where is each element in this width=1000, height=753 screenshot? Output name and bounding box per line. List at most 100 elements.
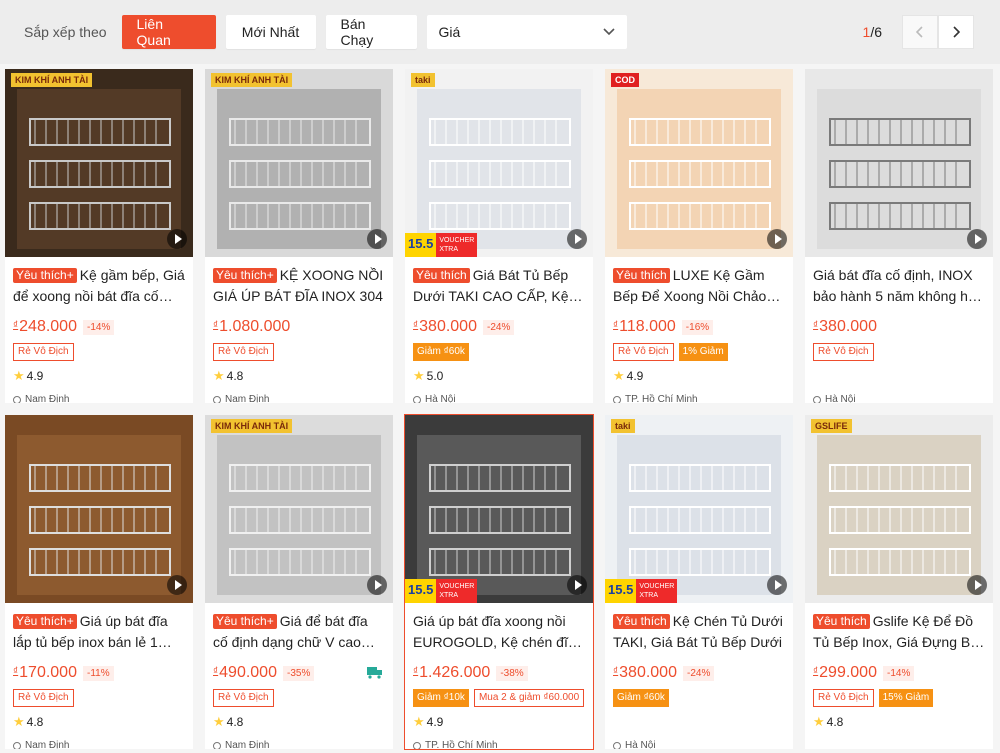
product-price: ₫248.000 xyxy=(13,318,77,335)
product-name[interactable]: Yêu thích Giá Bát Tủ Bếp Dưới TAKI CAO CẤ… xyxy=(413,265,585,307)
shop-location: TP. Hồ Chí Minh xyxy=(613,394,785,403)
voucher-extra-badge: 15.5 VOUCHER XTRA xyxy=(605,579,678,603)
sort-label: Sắp xếp theo xyxy=(24,24,107,40)
product-card[interactable]: Giá bát đĩa cố định, INOX bảo hành 5 năm… xyxy=(805,69,993,403)
location-pin-icon xyxy=(13,741,21,749)
promo-tag: Giảm ₫60k xyxy=(413,343,469,361)
product-image[interactable]: GSLIFE xyxy=(805,415,993,603)
image-watermark: taki xyxy=(611,419,635,433)
product-image[interactable]: KIM KHÍ ANH TÀI xyxy=(5,69,193,257)
product-card[interactable]: GSLIFE Yêu thích Gslife Kệ Để Đồ Tủ Bếp I… xyxy=(805,415,993,749)
product-rating: ★ 5.0 xyxy=(413,368,444,383)
video-play-icon[interactable] xyxy=(367,229,387,249)
product-card[interactable]: Yêu thích+ Giá úp bát đĩa lắp tủ bếp inox… xyxy=(5,415,193,749)
video-play-icon[interactable] xyxy=(367,575,387,595)
shop-location: TP. Hồ Chí Minh xyxy=(413,740,585,749)
discount-badge: -14% xyxy=(882,665,915,681)
product-card[interactable]: KIM KHÍ ANH TÀI Yêu thích+ KỆ XOONG NỒI G… xyxy=(205,69,393,403)
location-pin-icon xyxy=(613,741,621,749)
promo-tag: Rẻ Vô Địch xyxy=(213,343,274,361)
promo-tags: Giảm ₫60k xyxy=(613,689,785,707)
price-select-label: Giá xyxy=(438,24,461,40)
product-image[interactable]: taki 15.5 VOUCHER XTRA xyxy=(605,415,793,603)
product-name[interactable]: Yêu thích Kệ Chén Tủ Dưới TAKI, Giá Bát T… xyxy=(613,611,785,653)
product-image[interactable]: KIM KHÍ ANH TÀI xyxy=(205,415,393,603)
product-image[interactable]: COD xyxy=(605,69,793,257)
promo-tag: 1% Giảm xyxy=(678,343,728,361)
image-watermark: KIM KHÍ ANH TÀI xyxy=(211,73,293,87)
product-card[interactable]: COD Yêu thích LUXE Kệ Gầm Bếp Để Xoong Nồ… xyxy=(605,69,793,403)
video-play-icon[interactable] xyxy=(967,229,987,249)
promo-tag: 15% Giảm xyxy=(878,689,934,707)
product-name[interactable]: Yêu thích+ Giá để bát đĩa cố định dạng ch… xyxy=(213,611,385,653)
product-name[interactable]: Giá bát đĩa cố định, INOX bảo hành 5 năm… xyxy=(813,265,985,307)
shop-location: Nam Định xyxy=(13,394,185,403)
image-watermark: GSLIFE xyxy=(811,419,852,433)
product-card[interactable]: taki 15.5 VOUCHER XTRA Yêu thích Giá Bát Tủ… xyxy=(405,69,593,403)
location-pin-icon xyxy=(413,395,421,403)
video-play-icon[interactable] xyxy=(567,229,587,249)
shop-location: Hà Nội xyxy=(613,740,785,749)
star-icon: ★ xyxy=(13,714,25,729)
sort-bestseller-button[interactable]: Bán Chạy xyxy=(325,15,417,49)
product-rating: ★ 4.9 xyxy=(13,368,44,383)
product-name[interactable]: Yêu thích+ Giá úp bát đĩa lắp tủ bếp inox… xyxy=(13,611,185,653)
discount-badge: -38% xyxy=(496,665,528,681)
price-sort-select[interactable]: Giá xyxy=(426,15,627,49)
location-pin-icon xyxy=(413,741,421,749)
product-image[interactable]: taki 15.5 VOUCHER XTRA xyxy=(405,69,593,257)
product-name[interactable]: Yêu thích Gslife Kệ Để Đồ Tủ Bếp Inox, Gi… xyxy=(813,611,985,653)
shop-location: Nam Định xyxy=(13,740,185,749)
star-icon: ★ xyxy=(613,368,625,383)
product-name[interactable]: Giá úp bát đĩa xoong nồi EUROGOLD, Kệ ch… xyxy=(413,611,585,653)
next-page-button[interactable] xyxy=(938,15,974,49)
discount-badge: -16% xyxy=(681,319,714,335)
location-pin-icon xyxy=(213,741,221,749)
video-play-icon[interactable] xyxy=(567,575,587,595)
product-card[interactable]: KIM KHÍ ANH TÀI Yêu thích+ Kệ gầm bếp, Gi… xyxy=(5,69,193,403)
video-play-icon[interactable] xyxy=(967,575,987,595)
product-card[interactable]: KIM KHÍ ANH TÀI Yêu thích+ Giá để bát đĩa… xyxy=(205,415,393,749)
free-ship-icon xyxy=(367,667,382,679)
sort-relevance-button[interactable]: Liên Quan xyxy=(121,15,216,49)
product-image[interactable]: KIM KHÍ ANH TÀI xyxy=(205,69,393,257)
promo-tags: Giảm ₫10k Mua 2 & giảm ₫60.000 xyxy=(413,689,585,707)
promo-tag: Rẻ Vô Địch xyxy=(613,343,674,361)
video-play-icon[interactable] xyxy=(767,229,787,249)
video-play-icon[interactable] xyxy=(167,575,187,595)
product-name[interactable]: Yêu thích+ KỆ XOONG NỒI GIÁ ÚP BÁT ĐĨA IN… xyxy=(213,265,385,307)
video-play-icon[interactable] xyxy=(767,575,787,595)
star-icon: ★ xyxy=(213,368,225,383)
star-icon: ★ xyxy=(413,714,425,729)
discount-badge: -35% xyxy=(282,665,315,681)
product-price: ₫170.000 xyxy=(13,664,77,681)
prev-page-button[interactable] xyxy=(902,15,938,49)
chevron-down-icon xyxy=(602,28,615,36)
sort-newest-button[interactable]: Mới Nhất xyxy=(225,15,316,49)
product-image[interactable]: 15.5 VOUCHER XTRA xyxy=(405,415,593,603)
favorite-badge: Yêu thích xyxy=(613,614,670,629)
product-card[interactable]: taki 15.5 VOUCHER XTRA Yêu thích Kệ Chén Tủ… xyxy=(605,415,793,749)
promo-tag: Mua 2 & giảm ₫60.000 xyxy=(473,689,585,707)
product-rating: ★ 4.9 xyxy=(413,714,444,729)
mini-pager: 1/6 xyxy=(863,15,974,49)
product-name[interactable]: Yêu thích+ Kệ gầm bếp, Giá để xoong nồi b… xyxy=(13,265,185,307)
page-indicator: 1/6 xyxy=(862,24,882,40)
product-rating xyxy=(613,714,785,730)
sort-bar: Sắp xếp theo Liên Quan Mới Nhất Bán Chạy… xyxy=(0,0,1000,64)
product-price: ₫1.426.000 xyxy=(413,664,491,681)
star-icon: ★ xyxy=(813,714,825,729)
discount-badge: -11% xyxy=(82,665,114,681)
product-price: ₫380.000 xyxy=(813,318,877,335)
discount-badge: -24% xyxy=(482,319,515,335)
promo-tags: Rẻ Vô Địch 1% Giảm xyxy=(613,343,785,361)
product-name[interactable]: Yêu thích LUXE Kệ Gầm Bếp Để Xoong Nồi Ch… xyxy=(613,265,785,307)
shop-location: Nam Định xyxy=(213,740,385,749)
product-card[interactable]: 15.5 VOUCHER XTRA Giá úp bát đĩa xoong nồi… xyxy=(404,414,594,750)
location-pin-icon xyxy=(613,395,621,403)
star-icon: ★ xyxy=(13,368,25,383)
product-image[interactable] xyxy=(5,415,193,603)
shop-location: Hà Nội xyxy=(813,394,985,403)
product-image[interactable] xyxy=(805,69,993,257)
video-play-icon[interactable] xyxy=(167,229,187,249)
